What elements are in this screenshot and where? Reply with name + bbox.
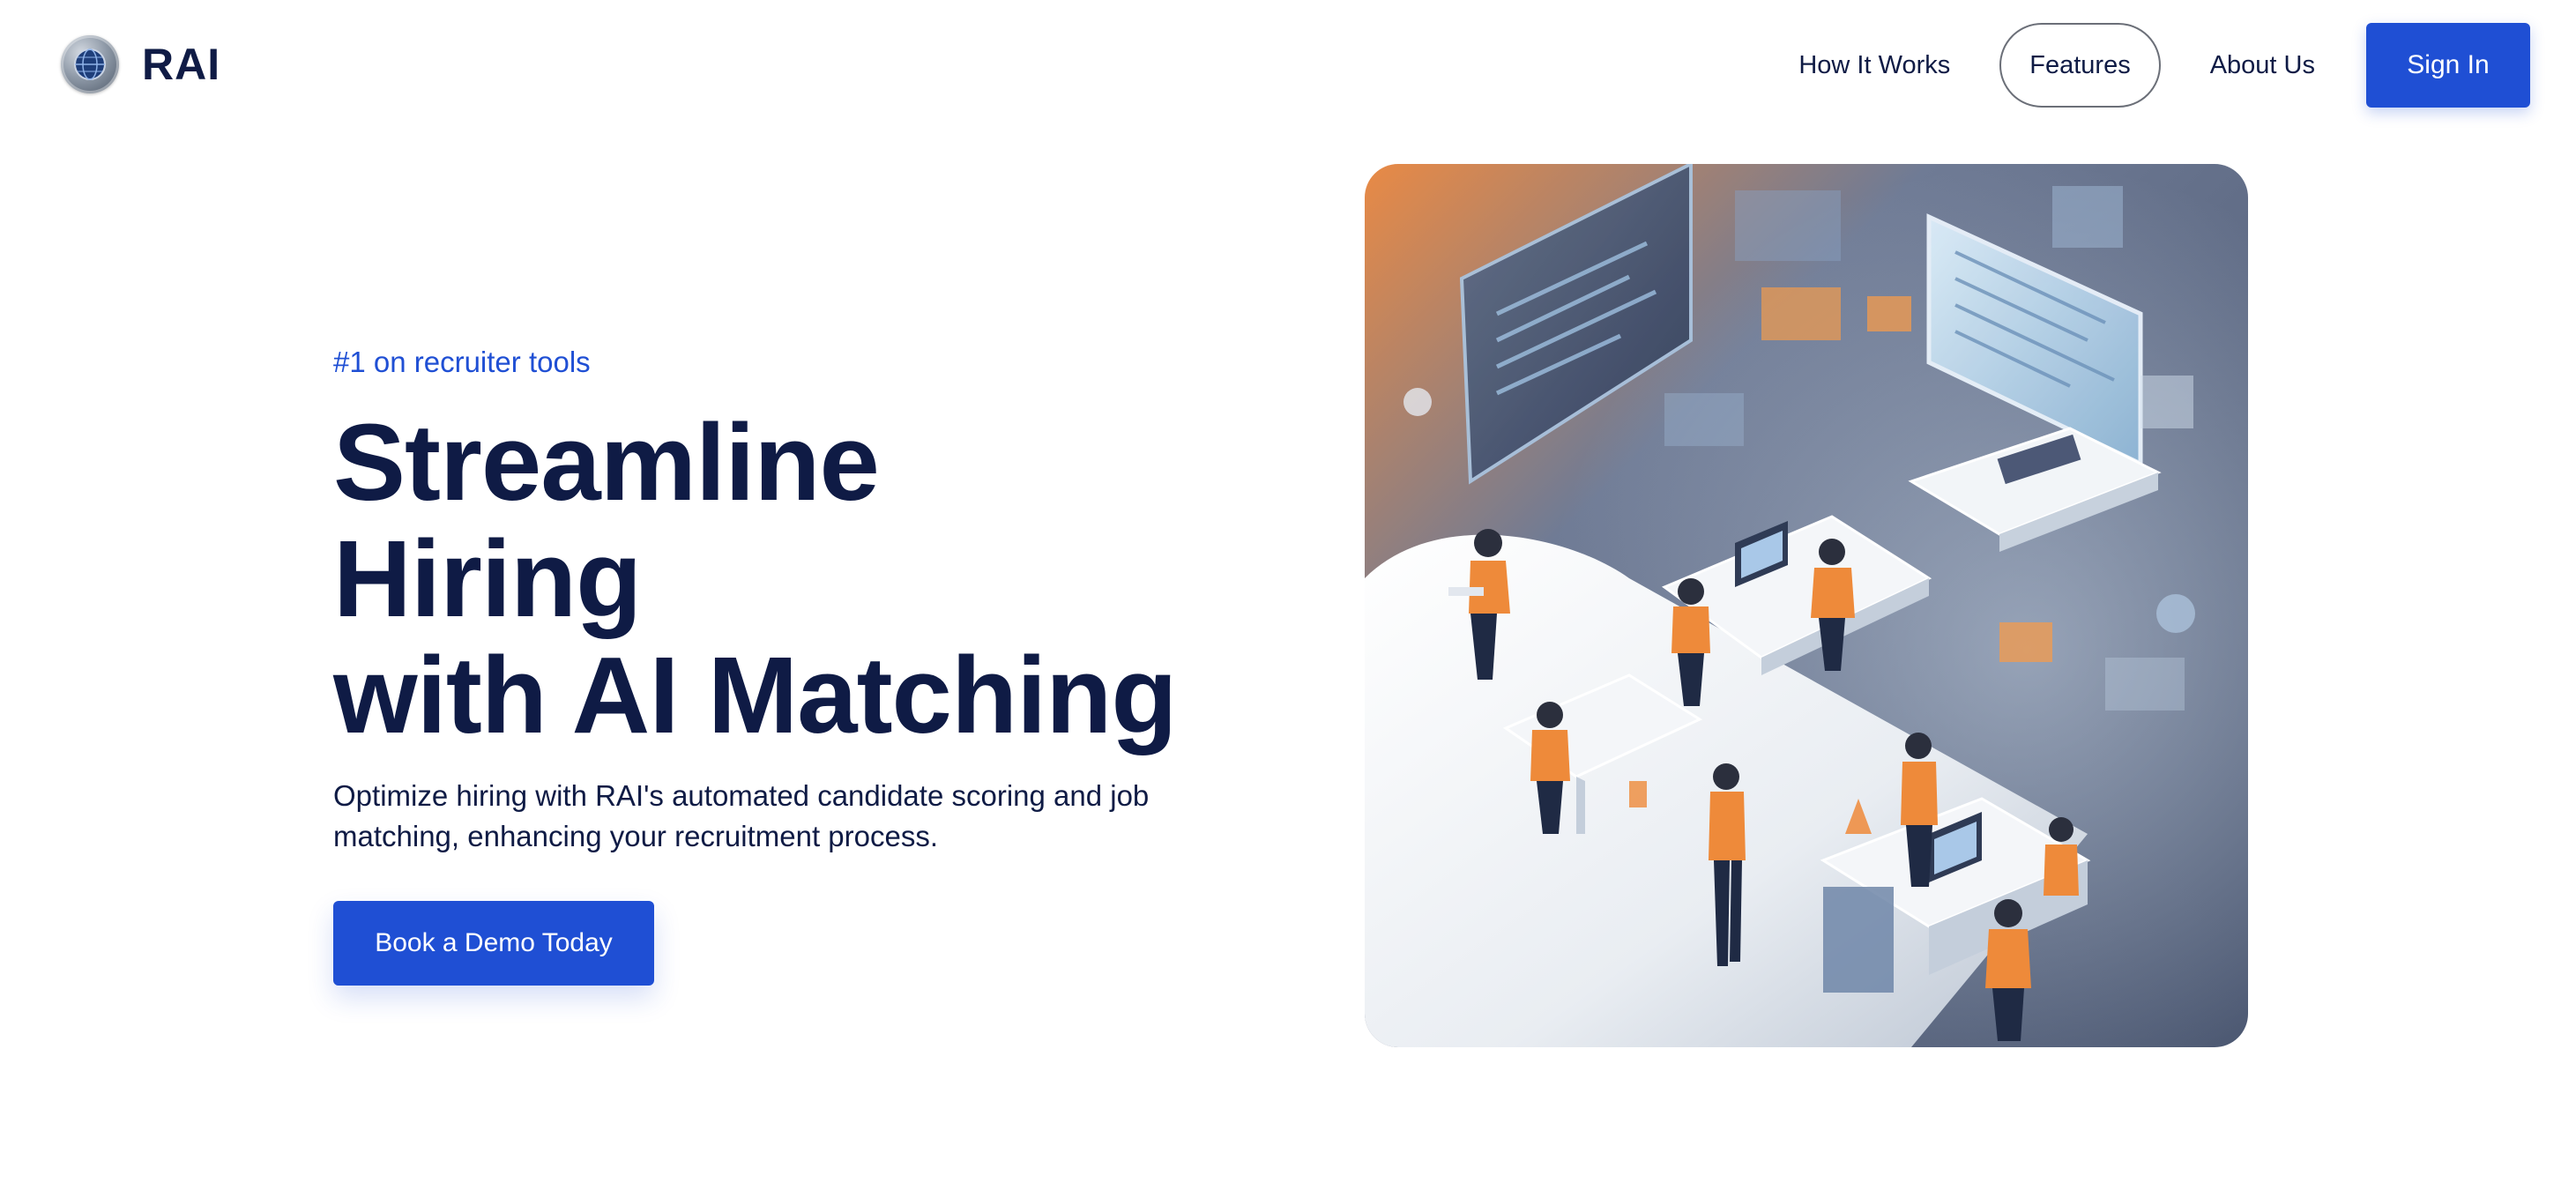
main-nav: How It Works Features About Us Sign In (1774, 23, 2530, 108)
headline-line-1: Streamline Hiring (333, 403, 880, 640)
sign-in-button[interactable]: Sign In (2366, 23, 2530, 108)
nav-features[interactable]: Features (1999, 23, 2161, 108)
nav-how-it-works[interactable]: How It Works (1774, 23, 1975, 108)
nav-about-us[interactable]: About Us (2185, 23, 2340, 108)
headline-line-2: with AI Matching (333, 636, 1178, 756)
brand-logo[interactable]: RAI (61, 35, 220, 93)
brand-name: RAI (142, 40, 221, 89)
isometric-office-team-illustration (1365, 164, 2248, 1047)
rai-globe-logo-icon (61, 35, 119, 93)
hero-subheading: Optimize hiring with RAI's automated can… (333, 779, 1150, 852)
hero-headline: Streamline Hiring with AI Matching (333, 405, 1215, 755)
hero-eyebrow: #1 on recruiter tools (333, 346, 591, 378)
book-demo-button[interactable]: Book a Demo Today (333, 901, 654, 986)
hero-section: #1 on recruiter tools Streamline Hiring … (333, 346, 1215, 986)
